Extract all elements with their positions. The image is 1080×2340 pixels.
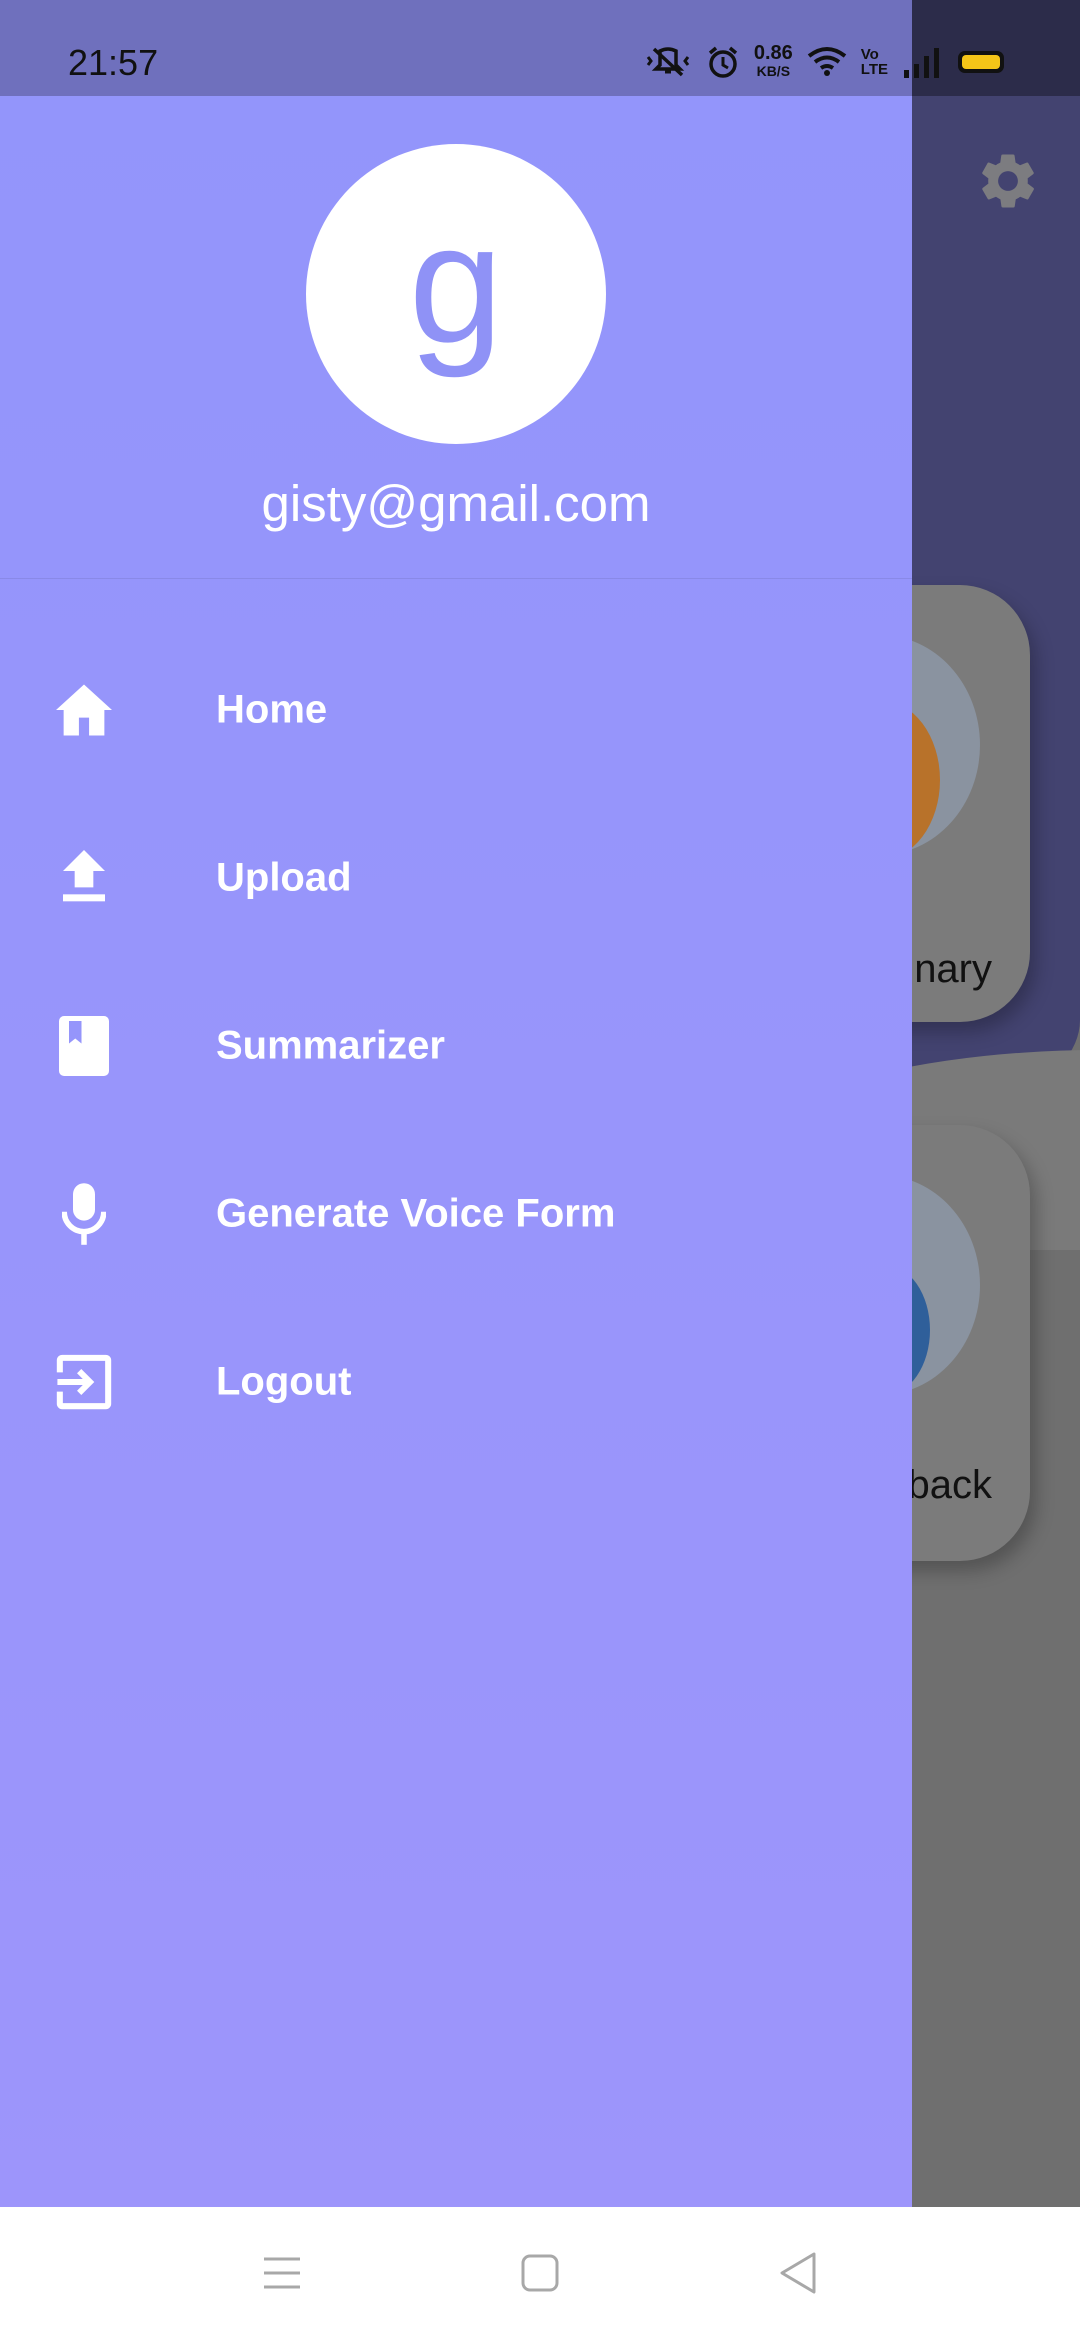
status-icons: 0.86 KB/S Vo LTE xyxy=(644,42,1008,80)
upload-icon xyxy=(50,844,118,912)
book-icon xyxy=(50,1012,118,1080)
system-navigation-bar xyxy=(0,2207,1080,2340)
menu-item-home[interactable]: Home xyxy=(0,626,912,794)
home-square-icon xyxy=(521,2254,559,2292)
battery-icon xyxy=(958,51,1004,73)
menu-item-label: Generate Voice Form xyxy=(216,1191,616,1236)
microphone-icon xyxy=(50,1180,118,1248)
navigation-drawer: g gisty@gmail.com Home Upload Summarizer… xyxy=(0,96,912,2207)
menu-item-label: Home xyxy=(216,687,328,732)
home-icon xyxy=(50,676,118,744)
network-speed-unit: KB/S xyxy=(756,63,791,79)
wifi-icon xyxy=(807,47,847,76)
alarm-icon xyxy=(708,46,737,78)
volte-bottom: LTE xyxy=(860,61,888,78)
volte-top: Vo xyxy=(860,46,879,63)
back-button[interactable] xyxy=(766,2241,830,2305)
card-label: nary xyxy=(914,947,992,991)
menu-item-generate-voice-form[interactable]: Generate Voice Form xyxy=(0,1130,912,1298)
volte-indicator: Vo LTE xyxy=(861,47,888,77)
menu-item-logout[interactable]: Logout xyxy=(0,1298,912,1466)
logout-icon xyxy=(50,1348,118,1416)
signal-strength-icon xyxy=(904,48,939,78)
card-label: back xyxy=(907,1463,993,1507)
menu-item-summarizer[interactable]: Summarizer xyxy=(0,962,912,1130)
status-time: 21:57 xyxy=(68,42,159,83)
back-triangle-icon xyxy=(780,2252,816,2294)
status-bar: 21:57 0.86 KB/S Vo LTE xyxy=(0,0,1080,96)
menu-item-upload[interactable]: Upload xyxy=(0,794,912,962)
network-speed-value: 0.86 xyxy=(753,42,793,64)
menu-item-label: Summarizer xyxy=(216,1023,445,1068)
avatar: g xyxy=(306,144,606,444)
menu-item-label: Upload xyxy=(216,855,352,900)
vibrate-off-icon xyxy=(646,47,690,77)
menu-icon xyxy=(264,2257,300,2289)
avatar-letter: g xyxy=(408,189,504,379)
home-button[interactable] xyxy=(508,2241,572,2305)
user-email: gisty@gmail.com xyxy=(261,475,651,532)
menu-item-label: Logout xyxy=(216,1359,352,1404)
network-speed: 0.86 KB/S xyxy=(753,42,793,80)
settings-gear-icon[interactable] xyxy=(975,148,1041,214)
drawer-header: g gisty@gmail.com xyxy=(0,96,912,579)
recent-apps-button[interactable] xyxy=(250,2241,314,2305)
